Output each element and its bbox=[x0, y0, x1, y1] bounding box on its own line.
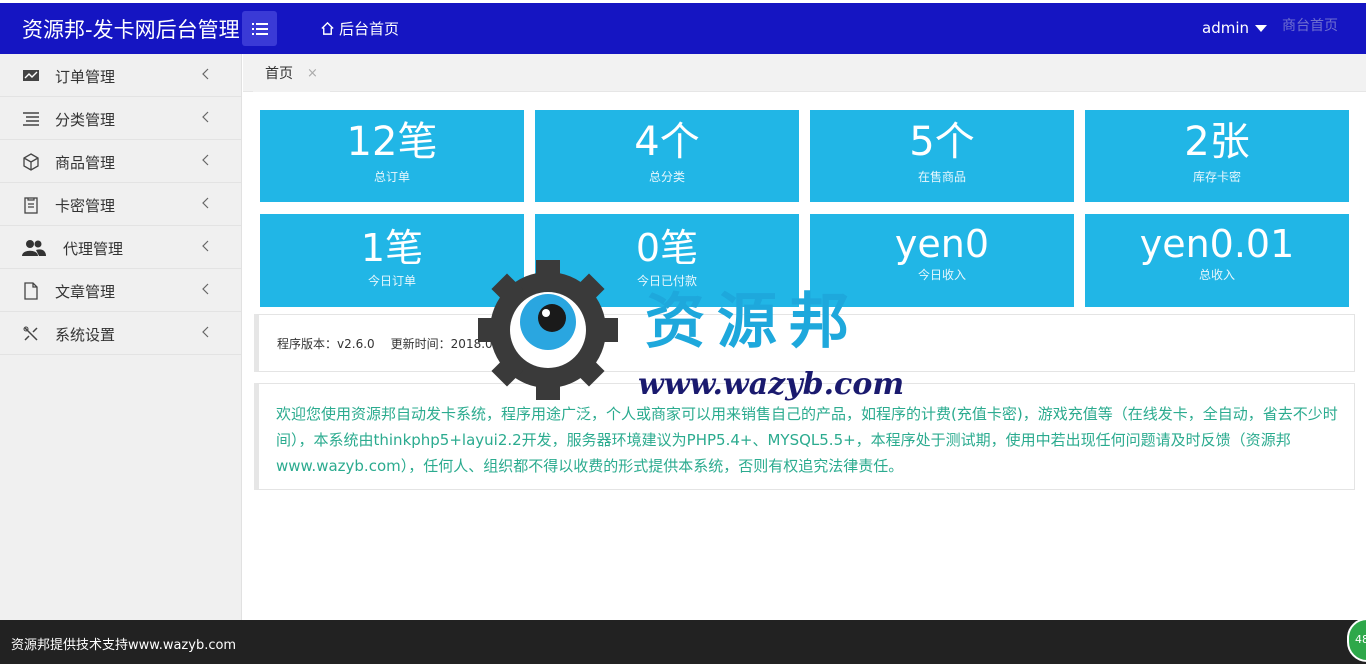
chevron-left-icon bbox=[202, 111, 209, 123]
tools-icon bbox=[23, 326, 38, 341]
stat-card-total-orders: 12笔 总订单 bbox=[260, 110, 524, 202]
sidebar-item-label: 代理管理 bbox=[63, 240, 124, 258]
sidebar-item-settings[interactable]: 系统设置 bbox=[0, 312, 241, 355]
stat-label: 今日已付款 bbox=[636, 274, 697, 288]
stat-label: 库存卡密 bbox=[1192, 170, 1241, 184]
stat-label: 总订单 bbox=[373, 170, 410, 184]
sidebar-item-products[interactable]: 商品管理 bbox=[0, 140, 241, 183]
version-value: v2.6.0 bbox=[337, 337, 375, 351]
sidebar-item-agents[interactable]: 代理管理 bbox=[0, 226, 241, 269]
chevron-left-icon bbox=[202, 326, 209, 338]
home-link[interactable]: 后台首页 bbox=[320, 18, 399, 39]
footer: 资源邦提供技术支持www.wazyb.com bbox=[0, 620, 1366, 664]
stat-card-today-orders: 1笔 今日订单 bbox=[260, 214, 524, 307]
home-icon bbox=[321, 21, 334, 35]
chevron-left-icon bbox=[202, 197, 209, 209]
sidebar-item-articles[interactable]: 文章管理 bbox=[0, 269, 241, 312]
sidebar-item-label: 文章管理 bbox=[55, 283, 116, 301]
sidebar-item-categories[interactable]: 分类管理 bbox=[0, 97, 241, 140]
stat-label: 在售商品 bbox=[917, 170, 966, 184]
user-menu[interactable]: admin bbox=[1202, 19, 1267, 37]
box-icon bbox=[23, 153, 39, 171]
version-panel: 程序版本：v2.6.0 更新时间：2018.01.20 官方网站 bbox=[254, 314, 1355, 372]
stat-label: 今日订单 bbox=[367, 274, 416, 288]
user-name: admin bbox=[1202, 19, 1249, 37]
version-info: 程序版本：v2.6.0 更新时间：2018.01.20 官方网站 bbox=[277, 335, 575, 352]
sidebar-item-label: 卡密管理 bbox=[55, 197, 116, 215]
tab-home[interactable]: 首页 × bbox=[253, 54, 330, 92]
stat-value: 5个 bbox=[909, 119, 975, 165]
sidebar-item-cards[interactable]: 卡密管理 bbox=[0, 183, 241, 226]
stat-value: 12笔 bbox=[346, 119, 438, 165]
sidebar-item-label: 系统设置 bbox=[55, 326, 116, 344]
stat-card-today-income: yen0 今日收入 bbox=[810, 214, 1074, 307]
stat-value: yen0.01 bbox=[1139, 222, 1295, 266]
stat-card-today-paid: 0笔 今日已付款 bbox=[535, 214, 799, 307]
stat-card-products-on-sale: 5个 在售商品 bbox=[810, 110, 1074, 202]
tab-bar: 首页 × bbox=[243, 54, 1366, 92]
welcome-text: 欢迎您使用资源邦自动发卡系统，程序用途广泛，个人或商家可以用来销售自己的产品，如… bbox=[276, 405, 1338, 475]
updated-label: 更新时间： bbox=[390, 337, 451, 351]
sidebar-item-orders[interactable]: 订单管理 bbox=[0, 54, 241, 97]
stat-value: 2张 bbox=[1184, 119, 1250, 165]
home-link-label: 后台首页 bbox=[339, 20, 400, 38]
stat-label: 今日收入 bbox=[917, 268, 966, 282]
sidebar: 订单管理 分类管理 商品管理 卡密管理 代理管理 文章管理 系统设置 bbox=[0, 54, 242, 620]
chevron-left-icon bbox=[202, 283, 209, 295]
version-label: 程序版本： bbox=[277, 337, 338, 351]
stat-value: 4个 bbox=[634, 119, 700, 165]
brand-title: 资源邦-发卡网后台管理 bbox=[22, 18, 240, 42]
stat-value: 1笔 bbox=[360, 226, 424, 270]
close-icon[interactable]: × bbox=[307, 66, 318, 81]
updated-value: 2018.01.20 bbox=[450, 337, 520, 351]
top-header: 资源邦-发卡网后台管理 后台首页 admin 商台首页 bbox=[0, 0, 1366, 54]
chart-icon bbox=[23, 70, 39, 81]
stat-value: yen0 bbox=[894, 222, 990, 266]
menu-icon bbox=[251, 22, 268, 35]
file-icon bbox=[24, 282, 38, 300]
welcome-panel: 欢迎您使用资源邦自动发卡系统，程序用途广泛，个人或商家可以用来销售自己的产品，如… bbox=[254, 383, 1355, 490]
sidebar-item-label: 商品管理 bbox=[55, 154, 116, 172]
stat-card-total-categories: 4个 总分类 bbox=[535, 110, 799, 202]
stat-label: 总收入 bbox=[1198, 268, 1235, 282]
stat-card-total-income: yen0.01 总收入 bbox=[1085, 214, 1349, 307]
list-icon bbox=[23, 112, 39, 126]
footer-text: 资源邦提供技术支持www.wazyb.com bbox=[11, 638, 237, 653]
ghost-home-link[interactable]: 商台首页 bbox=[1282, 15, 1338, 35]
users-icon bbox=[22, 240, 46, 256]
menu-toggle-button[interactable] bbox=[242, 11, 277, 46]
stat-card-card-stock: 2张 库存卡密 bbox=[1085, 110, 1349, 202]
chevron-left-icon bbox=[202, 154, 209, 166]
sidebar-item-label: 分类管理 bbox=[55, 111, 116, 129]
chevron-left-icon bbox=[202, 68, 209, 80]
sidebar-item-label: 订单管理 bbox=[55, 68, 116, 86]
chevron-left-icon bbox=[202, 240, 209, 252]
caret-down-icon bbox=[1255, 24, 1267, 32]
stat-label: 总分类 bbox=[648, 170, 685, 184]
tab-label: 首页 bbox=[265, 66, 293, 82]
stat-value: 0笔 bbox=[635, 226, 699, 270]
official-site-link[interactable]: 官方网站 bbox=[527, 337, 575, 351]
clipboard-icon bbox=[24, 197, 38, 214]
